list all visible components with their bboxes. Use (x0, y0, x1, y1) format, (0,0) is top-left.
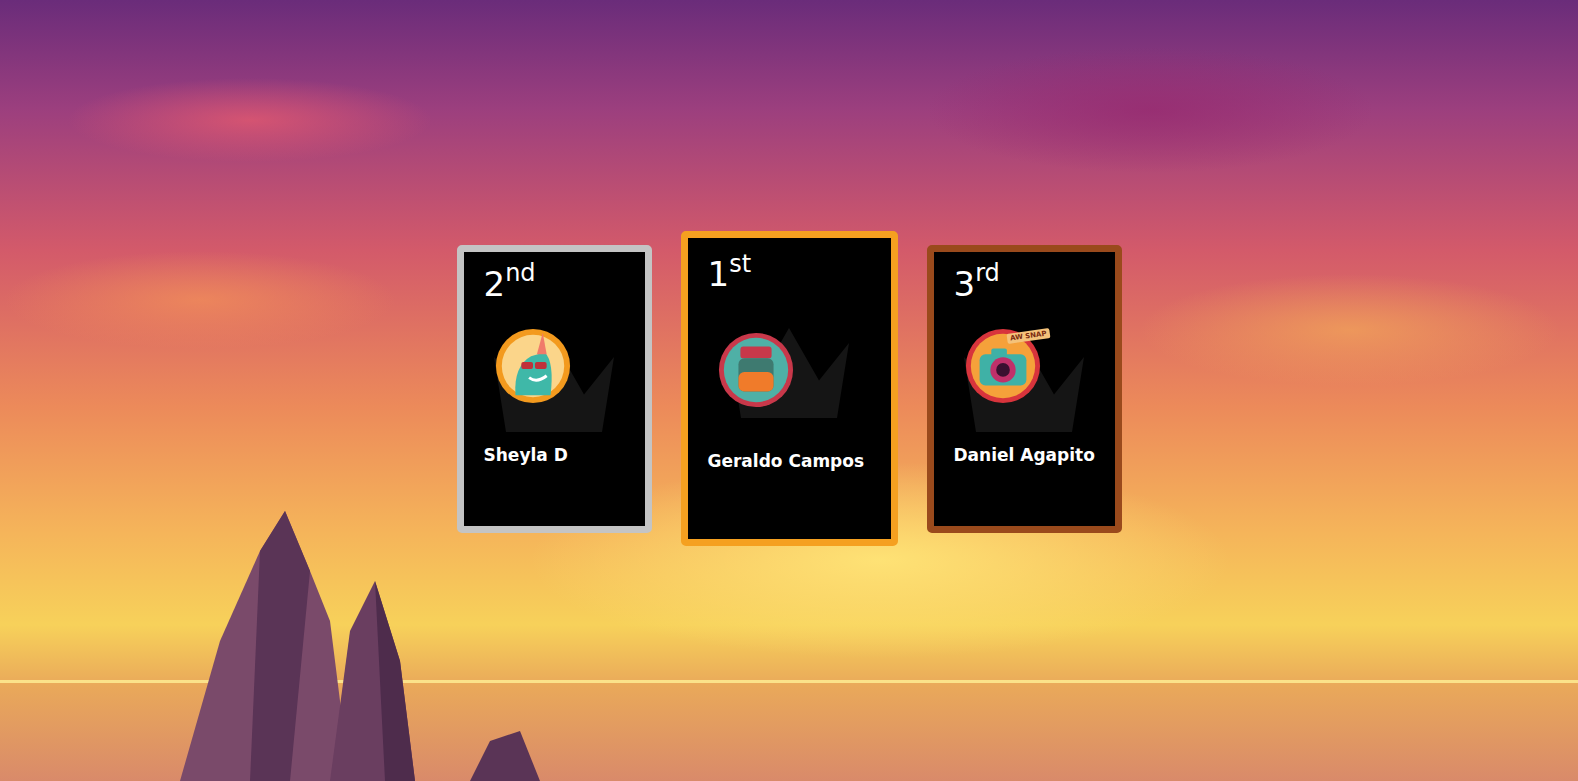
player-name: Sheyla D (484, 443, 625, 469)
unicorn-icon (494, 327, 572, 405)
rank-label: 2nd (484, 266, 625, 303)
podium-card: 1st Geraldo Campos (681, 231, 898, 546)
player-avatar (494, 327, 572, 405)
podium-card: 3rd AW SNAP Daniel Agapito (927, 245, 1122, 533)
rocks-icon (160, 511, 560, 781)
card-body: 3rd AW SNAP Daniel Agapito (954, 266, 1095, 469)
card-body: 2nd Sheyla D (484, 266, 625, 469)
card-body: 1st Geraldo Campos (708, 256, 871, 475)
rank-label: 1st (708, 256, 871, 293)
podium: 2nd Sheyla D 1st Geraldo Campos 3rd AW SNAP Da… (0, 0, 1578, 781)
player-name: Daniel Agapito (954, 443, 1095, 469)
horizon (0, 680, 1578, 683)
rank-label: 3rd (954, 266, 1095, 303)
podium-card: 2nd Sheyla D (457, 245, 652, 533)
player-avatar (717, 331, 795, 409)
player-name: Geraldo Campos (708, 449, 871, 475)
jar-icon (717, 331, 795, 409)
player-avatar: AW SNAP (964, 327, 1042, 405)
podium-screen: 2nd Sheyla D 1st Geraldo Campos 3rd AW SNAP Da… (0, 0, 1578, 781)
